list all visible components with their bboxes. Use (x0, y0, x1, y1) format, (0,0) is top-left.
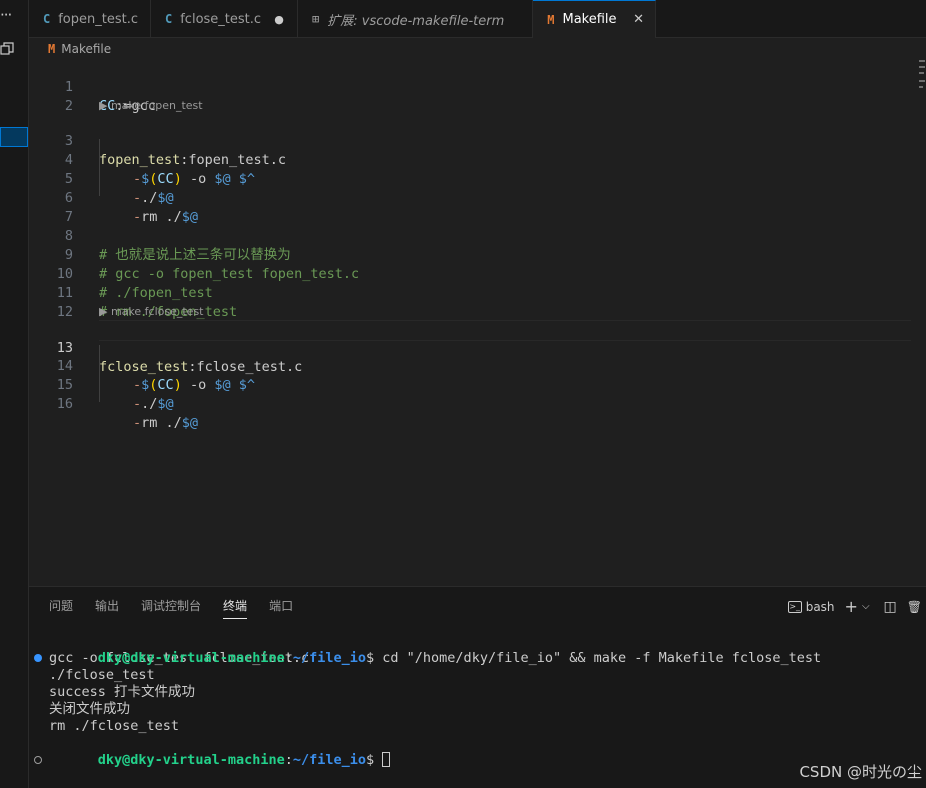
terminal-icon[interactable]: >_ (787, 600, 802, 613)
watermark: CSDN @时光の尘 (799, 763, 922, 781)
terminal-output-line: success 打卡文件成功 (49, 684, 196, 700)
chevron-down-icon[interactable]: ⌵ (862, 601, 870, 612)
more-actions-icon[interactable]: ··· (0, 6, 18, 24)
auto-var: $@ (181, 415, 199, 431)
code-line[interactable]: 6 -rm ./$@ (29, 170, 911, 225)
tab-output[interactable]: 输出 (95, 597, 119, 619)
prompt-dollar: $ (366, 650, 375, 666)
terminal-output[interactable]: dky@dky-virtual-machine:~/file_io$ cd "/… (34, 633, 821, 768)
makefile-icon: M (48, 42, 56, 56)
code-line[interactable]: 12 (29, 284, 911, 320)
code-line[interactable]: 11 # rm ./fopen_test (29, 265, 911, 320)
terminal-cursor[interactable] (382, 752, 391, 767)
copy-icon[interactable] (0, 42, 14, 56)
tab-extension[interactable]: ⊞ 扩展: vscode-makefile-term (298, 0, 534, 38)
breadcrumb[interactable]: M Makefile (48, 40, 111, 58)
prompt-colon: : (284, 650, 293, 666)
tab-ports[interactable]: 端口 (269, 597, 293, 619)
tab-label: fopen_test.c (58, 11, 138, 27)
panel-actions: >_ bash + ⌵ ◫ 🗑 (787, 597, 922, 616)
code-line-current[interactable]: 13 fclose_test:fclose_test.c (29, 320, 911, 375)
c-file-icon: C (165, 12, 173, 26)
code-line[interactable]: 3 fopen_test:fopen_test.c (29, 113, 911, 168)
code-line[interactable]: 9 # gcc -o fopen_test fopen_test.c (29, 227, 911, 282)
terminal-command-line: dky@dky-virtual-machine:~/file_io$ cd "/… (34, 633, 821, 666)
tab-label: fclose_test.c (180, 11, 262, 27)
prompt-path: ~/file_io (292, 650, 367, 666)
split-terminal-icon[interactable]: ◫ (884, 599, 897, 615)
selected-explorer-item[interactable] (0, 127, 28, 147)
panel-tabs: 问题 输出 调试控制台 终端 端口 (49, 597, 315, 619)
trash-icon[interactable]: 🗑 (907, 600, 922, 614)
makefile-icon: M (547, 12, 555, 27)
prompt-colon: : (284, 752, 293, 768)
activity-bar: ··· (0, 0, 29, 788)
command-empty-dot-icon[interactable] (34, 756, 42, 764)
command: ./ (141, 396, 158, 412)
terminal-prompt-line: dky@dky-virtual-machine:~/file_io$ (34, 735, 821, 768)
code-line[interactable]: 14 -$(CC) -o $@ $^ (29, 338, 911, 393)
tab-makefile[interactable]: M Makefile ✕ (533, 0, 656, 38)
dash: - (133, 415, 142, 431)
add-terminal-icon[interactable]: + (845, 597, 858, 616)
prompt-user: dky@dky-virtual-machine (97, 650, 285, 666)
terminal-shell-name[interactable]: bash (806, 600, 835, 614)
tab-label: 扩展: vscode-makefile-term (327, 13, 505, 29)
terminal-command: cd "/home/dky/file_io" && make -f Makefi… (374, 650, 822, 666)
dash: - (133, 396, 142, 412)
code-line[interactable]: 15 -./$@ (29, 357, 911, 412)
terminal-output-line: rm ./fclose_test (49, 718, 180, 734)
code-line[interactable]: 10 # ./fopen_test (29, 246, 911, 301)
tab-label: Makefile (562, 12, 617, 27)
codelens-make-fclose[interactable]: ▶ make fclose_test (99, 304, 203, 319)
command-success-dot-icon[interactable] (34, 654, 42, 662)
c-file-icon: C (43, 12, 51, 26)
code-line[interactable]: 1 CC:=gcc (29, 59, 911, 114)
code-line[interactable]: 16 -rm ./$@ (29, 376, 911, 431)
terminal-output-line: 关闭文件成功 (49, 701, 130, 717)
code-line[interactable]: 2 (29, 78, 911, 114)
auto-var: $@ (157, 396, 174, 412)
code-line[interactable]: 5 -./$@ (29, 151, 911, 206)
close-icon[interactable]: ✕ (631, 12, 647, 27)
prompt-user: dky@dky-virtual-machine (97, 752, 285, 768)
prompt-dollar: $ (366, 752, 375, 768)
command: rm ./ (141, 415, 182, 431)
code-editor[interactable]: 1 CC:=gcc 2 ▶ make fopen_test 3 fopen_te… (29, 58, 926, 586)
prompt-path: ~/file_io (292, 752, 367, 768)
line-number: 16 (56, 396, 73, 412)
codelens-make-fopen[interactable]: ▶ make fopen_test (99, 98, 203, 113)
extensions-icon: ⊞ (312, 12, 320, 26)
code-line[interactable]: 7 (29, 189, 911, 225)
tab-problems[interactable]: 问题 (49, 597, 73, 619)
code-line[interactable]: 8 # 也就是说上述三条可以替换为 (29, 208, 911, 263)
bottom-panel: 问题 输出 调试控制台 终端 端口 >_ bash + ⌵ ◫ 🗑 dky@dk… (29, 586, 926, 788)
tab-fclose-test[interactable]: C fclose_test.c ● (151, 0, 299, 38)
breadcrumb-file[interactable]: Makefile (61, 42, 111, 56)
unsaved-dot-icon[interactable]: ● (271, 13, 287, 26)
tab-terminal[interactable]: 终端 (223, 597, 248, 619)
tab-debug-console[interactable]: 调试控制台 (141, 597, 201, 619)
tab-fopen-test[interactable]: C fopen_test.c (29, 0, 151, 38)
code-line[interactable]: 4 -$(CC) -o $@ $^ (29, 132, 911, 187)
terminal-output-line: ./fclose_test (49, 667, 155, 683)
editor-tab-bar: C fopen_test.c C fclose_test.c ● ⊞ 扩展: v… (29, 0, 926, 38)
